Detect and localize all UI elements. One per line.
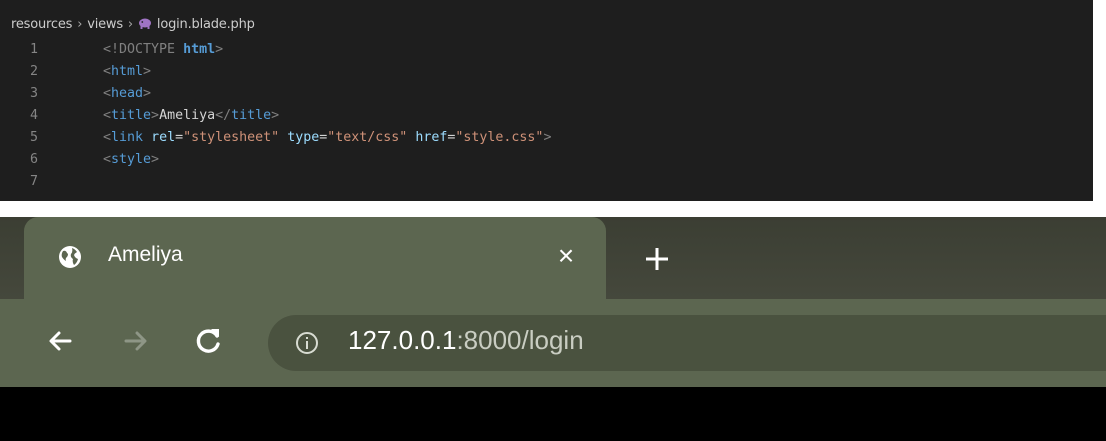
- line-number: 3: [30, 85, 39, 101]
- code-text: <head>: [103, 85, 152, 101]
- line-number: 7: [30, 173, 39, 189]
- code-text: <title>Ameliya</title>: [103, 107, 280, 123]
- code-line[interactable]: 7: [0, 170, 1093, 192]
- code-line[interactable]: 1 <!DOCTYPE html>: [0, 38, 1093, 60]
- browser-window: Ameliya × 127.0.0.1:8000/login: [0, 217, 1106, 441]
- code-line[interactable]: 5 <link rel="stylesheet" type="text/css" …: [0, 126, 1093, 148]
- chevron-right-icon: ›: [127, 16, 133, 32]
- url-path: :8000/login: [456, 325, 584, 355]
- url-text[interactable]: 127.0.0.1:8000/login: [348, 325, 584, 356]
- code-text: <!DOCTYPE html>: [103, 41, 224, 57]
- line-number: 1: [30, 41, 39, 57]
- tab-strip: Ameliya ×: [0, 217, 1106, 299]
- line-number: 5: [30, 129, 39, 145]
- code-line[interactable]: 4 <title>Ameliya</title>: [0, 104, 1093, 126]
- url-host: 127.0.0.1: [348, 325, 457, 355]
- code-line[interactable]: 2 <html>: [0, 60, 1093, 82]
- code-line[interactable]: 3 <head>: [0, 82, 1093, 104]
- close-icon[interactable]: ×: [553, 242, 579, 270]
- code-editor: resources › views › login.blade.php 1 <!D…: [0, 0, 1093, 201]
- line-number: 2: [30, 63, 39, 79]
- breadcrumb: resources › views › login.blade.php: [11, 14, 255, 34]
- back-arrow-icon[interactable]: [42, 323, 78, 359]
- forward-arrow-icon[interactable]: [118, 323, 154, 359]
- breadcrumb-folder-resources[interactable]: resources: [11, 17, 72, 32]
- page-content: [0, 387, 1106, 441]
- globe-icon: [59, 246, 81, 268]
- code-text: <link rel="stylesheet" type="text/css" h…: [103, 129, 552, 145]
- reload-icon[interactable]: [191, 323, 227, 359]
- chevron-right-icon: ›: [77, 16, 83, 32]
- breadcrumb-file[interactable]: login.blade.php: [157, 17, 255, 32]
- php-elephant-icon: [138, 18, 151, 29]
- info-icon[interactable]: [295, 331, 319, 355]
- line-number: 6: [30, 151, 39, 167]
- code-text: <style>: [103, 151, 160, 167]
- browser-toolbar: 127.0.0.1:8000/login: [0, 299, 1106, 387]
- plus-icon[interactable]: [640, 242, 674, 276]
- breadcrumb-folder-views[interactable]: views: [87, 17, 123, 32]
- code-line[interactable]: 6 <style>: [0, 148, 1093, 170]
- line-number: 4: [30, 107, 39, 123]
- code-text: <html>: [103, 63, 152, 79]
- tab-title: Ameliya: [108, 243, 183, 266]
